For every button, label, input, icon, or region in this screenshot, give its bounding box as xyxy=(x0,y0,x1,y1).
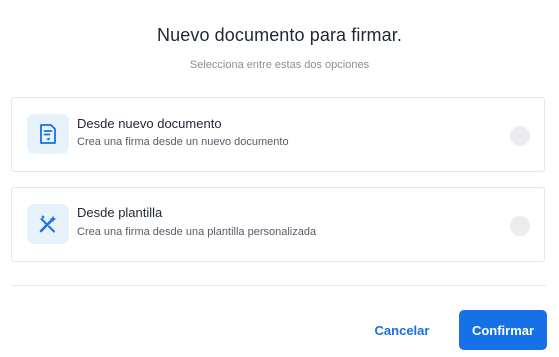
option-template-description: Crea una firma desde una plantilla perso… xyxy=(77,226,317,238)
option-new-document-title: Desde nuevo documento xyxy=(77,116,222,131)
footer-divider xyxy=(11,285,546,286)
cancel-button[interactable]: Cancelar xyxy=(361,313,443,347)
option-new-document-radio[interactable] xyxy=(510,126,530,146)
document-pen-icon xyxy=(27,114,69,154)
option-new-document[interactable]: Desde nuevo documento Crea una firma des… xyxy=(11,97,545,172)
new-document-dialog: Nuevo documento para firmar. Selecciona … xyxy=(0,0,559,357)
confirm-button[interactable]: Confirmar xyxy=(459,310,547,350)
option-template-radio[interactable] xyxy=(510,216,530,236)
option-template-title: Desde plantilla xyxy=(77,205,163,220)
option-new-document-description: Crea una firma desde un nuevo documento xyxy=(77,136,289,148)
option-template[interactable]: Desde plantilla Crea una firma desde una… xyxy=(11,187,545,262)
dialog-title: Nuevo documento para firmar. xyxy=(157,25,402,45)
dialog-subtitle: Selecciona entre estas dos opciones xyxy=(189,59,370,71)
magic-wand-icon xyxy=(27,204,69,244)
